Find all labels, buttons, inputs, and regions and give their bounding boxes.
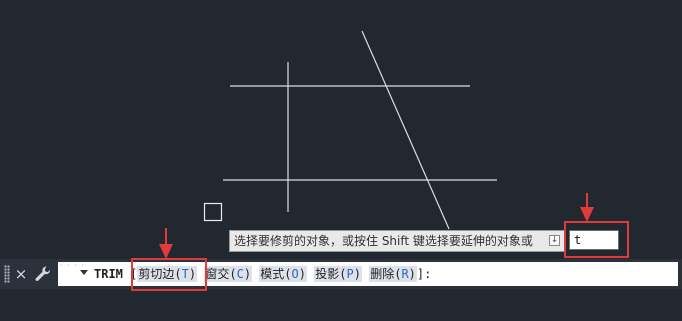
command-name: TRIM [94,267,123,281]
arrow-pointer-option-icon [159,228,173,259]
chevron-down-icon[interactable] [80,270,88,275]
highlight-box-option [131,258,207,291]
dynamic-prompt-tooltip: 选择要修剪的对象，或按住 Shift 键选择要延伸的对象或 ↓ [229,230,565,252]
wrench-icon[interactable] [34,265,52,283]
download-arrow-icon[interactable]: ↓ [549,235,560,246]
option-erase[interactable]: 删除(R) [369,266,417,282]
option-crossing[interactable]: 窗交(C) [204,266,253,282]
arrow-pointer-input-icon [580,193,594,222]
bracket-close: ]: [416,267,432,281]
option-projection[interactable]: 投影(P) [314,266,362,282]
highlight-box-input [564,221,629,258]
command-bar: × · · · · TRIM [剪切边(T) 窗交(C) 模式(O) 投影(P)… [0,259,682,289]
pick-box-cursor [203,202,223,222]
prompt-text: 选择要修剪的对象，或按住 Shift 键选择要延伸的对象或 [234,234,533,248]
drag-dots-icon: · · · · [60,261,85,270]
grip-handle-icon[interactable] [4,265,10,283]
close-icon[interactable]: × [14,264,28,284]
option-mode[interactable]: 模式(O) [259,266,307,282]
diagonal-line[interactable] [361,30,450,230]
